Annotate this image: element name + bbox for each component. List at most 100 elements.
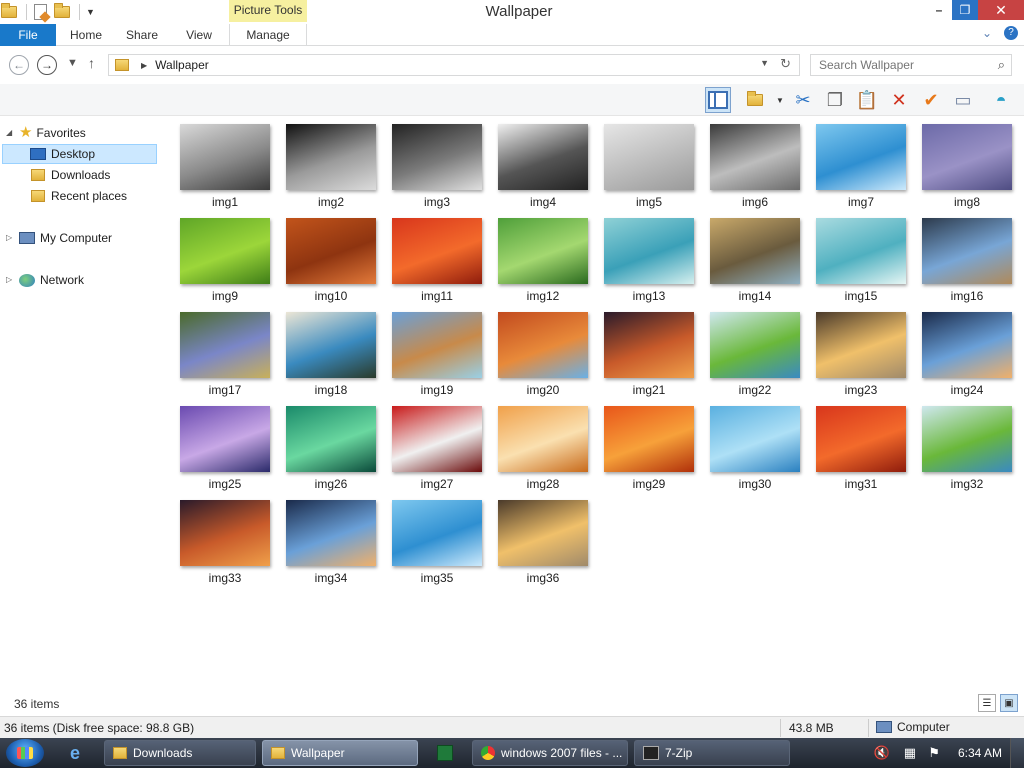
image-thumbnail[interactable] <box>604 312 694 378</box>
expanded-chevron-icon[interactable]: ◢ <box>6 123 16 143</box>
file-item[interactable]: img22 <box>696 304 802 398</box>
image-thumbnail[interactable] <box>498 406 588 472</box>
file-item[interactable]: img12 <box>484 210 590 304</box>
image-thumbnail[interactable] <box>922 124 1012 190</box>
nav-favorites[interactable]: ◢ ★ Favorites <box>0 123 86 143</box>
select-dropdown-chevron-icon[interactable]: ▼ <box>776 96 784 105</box>
image-thumbnail[interactable] <box>922 406 1012 472</box>
collapsed-chevron-icon[interactable]: ▷ <box>6 270 16 290</box>
file-item[interactable]: img1 <box>166 116 272 210</box>
file-item[interactable]: img24 <box>908 304 1014 398</box>
file-item[interactable]: img31 <box>802 398 908 492</box>
image-thumbnail[interactable] <box>710 406 800 472</box>
image-thumbnail[interactable] <box>286 124 376 190</box>
nav-downloads[interactable]: Downloads <box>0 165 110 185</box>
image-thumbnail[interactable] <box>286 500 376 566</box>
refresh-icon[interactable]: ↻ <box>780 56 791 72</box>
close-button[interactable]: ✕ <box>978 0 1024 20</box>
details-view-button[interactable]: ☰ <box>978 694 996 712</box>
image-thumbnail[interactable] <box>816 406 906 472</box>
file-item[interactable]: img4 <box>484 116 590 210</box>
internet-explorer-icon[interactable]: e <box>62 741 88 765</box>
file-item[interactable]: img34 <box>272 492 378 586</box>
image-thumbnail[interactable] <box>710 312 800 378</box>
file-item[interactable]: img3 <box>378 116 484 210</box>
image-thumbnail[interactable] <box>392 312 482 378</box>
file-item[interactable]: img14 <box>696 210 802 304</box>
copy-button[interactable]: ❐ <box>822 87 848 113</box>
tab-manage[interactable]: Manage <box>229 24 307 46</box>
image-thumbnail[interactable] <box>286 218 376 284</box>
image-thumbnail[interactable] <box>180 124 270 190</box>
address-dropdown-chevron-icon[interactable]: ▼ <box>760 58 769 68</box>
file-item[interactable]: img35 <box>378 492 484 586</box>
large-icons-view-button[interactable]: ▣ <box>1000 694 1018 712</box>
image-thumbnail[interactable] <box>392 500 482 566</box>
address-bar[interactable]: ▶ Wallpaper ▼ ↻ <box>108 54 800 76</box>
delete-button[interactable]: ✕ <box>886 87 912 113</box>
image-thumbnail[interactable] <box>392 218 482 284</box>
file-item[interactable]: img36 <box>484 492 590 586</box>
image-thumbnail[interactable] <box>710 124 800 190</box>
file-item[interactable]: img27 <box>378 398 484 492</box>
image-thumbnail[interactable] <box>816 312 906 378</box>
expand-ribbon-chevron-icon[interactable]: ⌄ <box>982 26 992 40</box>
paste-button[interactable]: 📋 <box>854 87 880 113</box>
image-thumbnail[interactable] <box>498 500 588 566</box>
recent-locations-chevron-icon[interactable]: ▼ <box>67 57 78 69</box>
nav-desktop[interactable]: Desktop <box>2 144 157 164</box>
image-thumbnail[interactable] <box>498 312 588 378</box>
up-arrow-icon[interactable]: ↑ <box>88 55 95 71</box>
image-thumbnail[interactable] <box>180 312 270 378</box>
taskbar-item-chrome[interactable]: windows 2007 files - ... <box>472 740 628 766</box>
file-item[interactable]: img17 <box>166 304 272 398</box>
image-thumbnail[interactable] <box>392 124 482 190</box>
minimize-button[interactable]: – <box>926 0 952 20</box>
image-thumbnail[interactable] <box>392 406 482 472</box>
search-input[interactable] <box>811 55 981 75</box>
file-item[interactable]: img18 <box>272 304 378 398</box>
search-icon[interactable]: ⌕ <box>998 57 1005 73</box>
file-item[interactable]: img6 <box>696 116 802 210</box>
file-item[interactable]: img26 <box>272 398 378 492</box>
image-thumbnail[interactable] <box>604 124 694 190</box>
properties-button[interactable]: ▭ <box>950 87 976 113</box>
tab-view[interactable]: View <box>178 24 220 46</box>
image-thumbnail[interactable] <box>922 312 1012 378</box>
network-status-icon[interactable]: ▦ <box>904 745 916 761</box>
file-item[interactable]: img5 <box>590 116 696 210</box>
breadcrumb-chevron-icon[interactable]: ▶ <box>141 61 147 70</box>
image-thumbnail[interactable] <box>816 124 906 190</box>
file-item[interactable]: img29 <box>590 398 696 492</box>
image-thumbnail[interactable] <box>922 218 1012 284</box>
navigation-pane-button[interactable] <box>705 87 731 113</box>
taskbar-item-downloads[interactable]: Downloads <box>104 740 256 766</box>
tab-home[interactable]: Home <box>64 24 108 46</box>
file-item[interactable]: img2 <box>272 116 378 210</box>
image-thumbnail[interactable] <box>604 406 694 472</box>
file-item[interactable]: img23 <box>802 304 908 398</box>
restore-button[interactable]: ❐ <box>952 0 978 20</box>
image-thumbnail[interactable] <box>180 218 270 284</box>
taskbar-item-wallpaper[interactable]: Wallpaper <box>262 740 418 766</box>
help-icon[interactable]: ? <box>1004 26 1018 40</box>
file-item[interactable]: img20 <box>484 304 590 398</box>
image-thumbnail[interactable] <box>604 218 694 284</box>
nav-recent-places[interactable]: Recent places <box>0 186 127 206</box>
forward-button[interactable]: → <box>37 55 57 75</box>
file-item[interactable]: img8 <box>908 116 1014 210</box>
file-item[interactable]: img25 <box>166 398 272 492</box>
image-thumbnail[interactable] <box>498 124 588 190</box>
tab-file[interactable]: File <box>0 24 56 46</box>
back-button[interactable]: ← <box>9 55 29 75</box>
file-item[interactable]: img16 <box>908 210 1014 304</box>
image-thumbnail[interactable] <box>710 218 800 284</box>
file-item[interactable]: img10 <box>272 210 378 304</box>
cut-button[interactable]: ✂ <box>790 87 816 113</box>
file-item[interactable]: img9 <box>166 210 272 304</box>
file-item[interactable]: img15 <box>802 210 908 304</box>
file-item[interactable]: img33 <box>166 492 272 586</box>
image-thumbnail[interactable] <box>286 406 376 472</box>
file-item[interactable]: img28 <box>484 398 590 492</box>
start-button[interactable] <box>6 739 44 767</box>
